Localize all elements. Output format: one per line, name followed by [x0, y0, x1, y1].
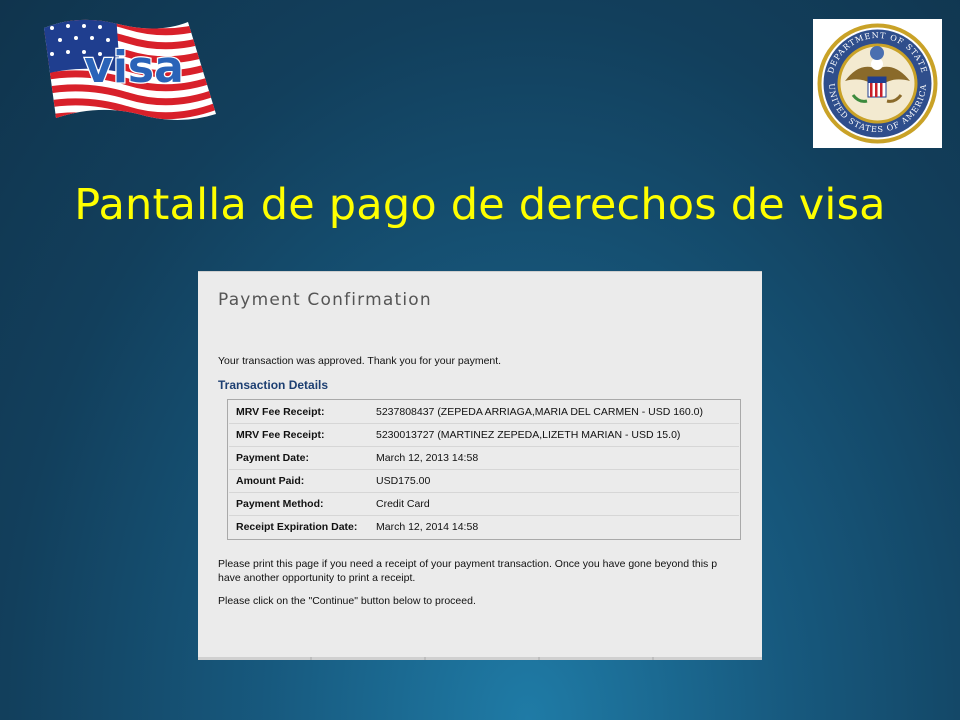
print-notice-line-2: have another opportunity to print a rece…: [218, 572, 416, 584]
row-label: Payment Date:: [236, 452, 309, 464]
row-value: March 12, 2014 14:58: [376, 521, 479, 533]
row-label: Payment Method:: [236, 498, 324, 510]
visa-flag-logo: visa: [44, 19, 216, 120]
row-value: Credit Card: [376, 498, 430, 510]
details-row-mrv-receipt-1: MRV Fee Receipt: 5237808437 (ZEPEDA ARRI…: [229, 401, 739, 424]
continue-notice: Please click on the "Continue" button be…: [218, 595, 476, 607]
details-row-amount-paid: Amount Paid: USD175.00: [229, 470, 739, 493]
visa-logo-text: visa: [84, 42, 184, 93]
print-notice-line-1: Please print this page if you need a rec…: [218, 558, 718, 570]
row-value: 5230013727 (MARTINEZ ZEPEDA,LIZETH MARIA…: [376, 429, 681, 441]
details-row-receipt-expiration: Receipt Expiration Date: March 12, 2014 …: [229, 516, 739, 538]
transaction-details-heading: Transaction Details: [218, 378, 329, 392]
row-label: MRV Fee Receipt:: [236, 406, 325, 418]
screenshot-bottom-bar: [198, 657, 762, 660]
payment-confirmation-screenshot: Payment Confirmation Your transaction wa…: [198, 271, 762, 660]
row-value: March 12, 2013 14:58: [376, 452, 479, 464]
approved-message: Your transaction was approved. Thank you…: [218, 355, 502, 367]
payment-confirmation-heading: Payment Confirmation: [218, 290, 432, 310]
row-value: 5237808437 (ZEPEDA ARRIAGA,MARIA DEL CAR…: [376, 406, 703, 418]
row-value: USD175.00: [376, 475, 431, 487]
row-label: Amount Paid:: [236, 475, 305, 487]
row-label: MRV Fee Receipt:: [236, 429, 325, 441]
slide-title: Pantalla de pago de derechos de visa: [74, 180, 886, 230]
transaction-details-table: MRV Fee Receipt: 5237808437 (ZEPEDA ARRI…: [227, 399, 741, 540]
department-of-state-seal: DEPARTMENT OF STATE UNITED STATES OF AME…: [813, 19, 942, 148]
details-row-payment-method: Payment Method: Credit Card: [229, 493, 739, 516]
details-row-mrv-receipt-2: MRV Fee Receipt: 5230013727 (MARTINEZ ZE…: [229, 424, 739, 447]
row-label: Receipt Expiration Date:: [236, 521, 358, 533]
details-row-payment-date: Payment Date: March 12, 2013 14:58: [229, 447, 739, 470]
